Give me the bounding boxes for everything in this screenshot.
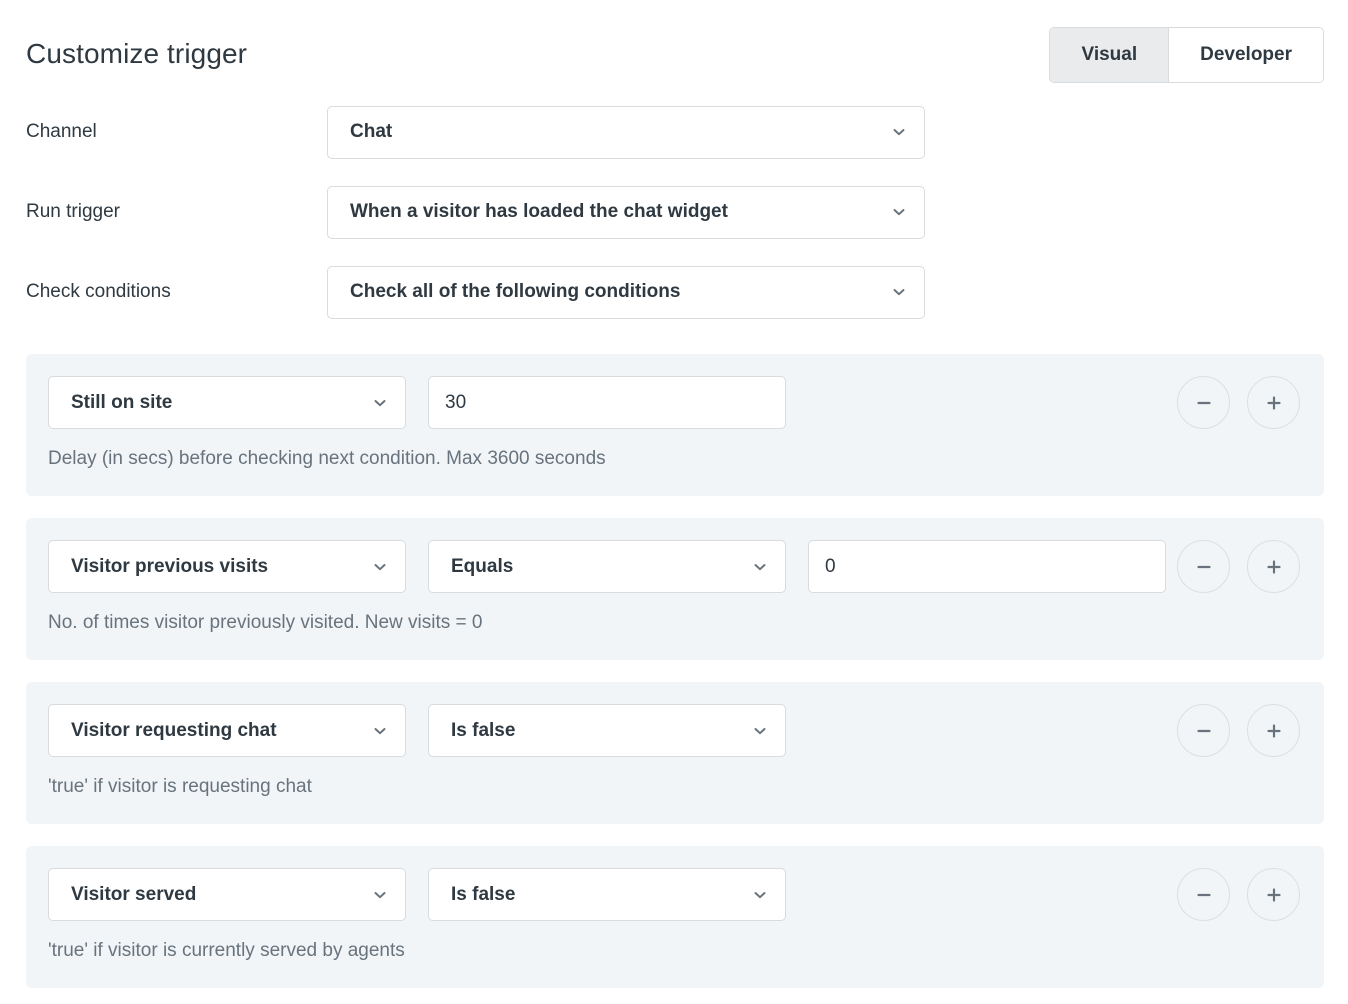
minus-icon bbox=[1193, 392, 1215, 414]
chevron-down-icon bbox=[891, 204, 907, 220]
condition-controls: Visitor previous visits Equals bbox=[48, 540, 1324, 593]
plus-icon bbox=[1263, 884, 1285, 906]
condition-helper-text: 'true' if visitor is requesting chat bbox=[48, 776, 312, 797]
chevron-down-icon bbox=[752, 559, 768, 575]
select-channel[interactable]: Chat bbox=[327, 105, 925, 159]
condition-controls: Visitor requesting chat Is false bbox=[48, 704, 1324, 757]
condition-row-buttons bbox=[1177, 540, 1300, 593]
conditions-list: Still on site Delay (in secs) before che… bbox=[0, 354, 1348, 988]
label-channel: Channel bbox=[26, 121, 97, 142]
condition-row-buttons bbox=[1177, 868, 1300, 921]
minus-icon bbox=[1193, 556, 1215, 578]
condition-value-input[interactable] bbox=[428, 376, 786, 429]
select-check-conditions[interactable]: Check all of the following conditions bbox=[327, 265, 925, 319]
condition-row-buttons bbox=[1177, 704, 1300, 757]
condition-controls: Visitor served Is false bbox=[48, 868, 1324, 921]
condition-value-input[interactable] bbox=[808, 540, 1166, 593]
select-condition-operator[interactable]: Is false bbox=[428, 868, 786, 921]
select-channel-value: Chat bbox=[350, 121, 393, 142]
form-row-check-conditions: Check conditions Check all of the follow… bbox=[26, 252, 1348, 332]
condition-helper-text: 'true' if visitor is currently served by… bbox=[48, 940, 405, 961]
plus-icon bbox=[1263, 720, 1285, 742]
chevron-down-icon bbox=[372, 395, 388, 411]
select-condition-attribute[interactable]: Still on site bbox=[48, 376, 406, 429]
select-condition-operator[interactable]: Is false bbox=[428, 704, 786, 757]
condition-row: Still on site Delay (in secs) before che… bbox=[26, 354, 1324, 496]
add-condition-button[interactable] bbox=[1247, 868, 1300, 921]
select-run-trigger-value: When a visitor has loaded the chat widge… bbox=[350, 201, 728, 222]
select-condition-attribute-value: Visitor requesting chat bbox=[71, 719, 277, 741]
select-run-trigger[interactable]: When a visitor has loaded the chat widge… bbox=[327, 185, 925, 239]
remove-condition-button[interactable] bbox=[1177, 540, 1230, 593]
form-row-channel: Channel Chat bbox=[26, 92, 1348, 172]
chevron-down-icon bbox=[372, 723, 388, 739]
label-run-trigger: Run trigger bbox=[26, 201, 120, 222]
tab-visual[interactable]: Visual bbox=[1050, 28, 1170, 82]
select-condition-operator-value: Is false bbox=[451, 883, 516, 905]
plus-icon bbox=[1263, 556, 1285, 578]
plus-icon bbox=[1263, 392, 1285, 414]
add-condition-button[interactable] bbox=[1247, 540, 1300, 593]
minus-icon bbox=[1193, 720, 1215, 742]
chevron-down-icon bbox=[891, 284, 907, 300]
select-condition-attribute-value: Visitor served bbox=[71, 883, 197, 905]
condition-controls: Still on site bbox=[48, 376, 1324, 429]
chevron-down-icon bbox=[891, 124, 907, 140]
remove-condition-button[interactable] bbox=[1177, 868, 1230, 921]
select-check-conditions-value: Check all of the following conditions bbox=[350, 281, 681, 302]
customize-trigger-page: Customize trigger Visual Developer Chann… bbox=[0, 0, 1348, 1004]
select-condition-operator-value: Equals bbox=[451, 555, 514, 577]
remove-condition-button[interactable] bbox=[1177, 704, 1230, 757]
add-condition-button[interactable] bbox=[1247, 704, 1300, 757]
page-header: Customize trigger Visual Developer bbox=[0, 0, 1348, 92]
condition-row-buttons bbox=[1177, 376, 1300, 429]
page-title: Customize trigger bbox=[26, 38, 248, 69]
trigger-settings-form: Channel Chat Run trigger When a visitor … bbox=[0, 92, 1348, 332]
chevron-down-icon bbox=[372, 559, 388, 575]
select-condition-operator-value: Is false bbox=[451, 719, 516, 741]
remove-condition-button[interactable] bbox=[1177, 376, 1230, 429]
condition-row: Visitor requesting chat Is false 'true' … bbox=[26, 682, 1324, 824]
form-row-run-trigger: Run trigger When a visitor has loaded th… bbox=[26, 172, 1348, 252]
chevron-down-icon bbox=[752, 887, 768, 903]
mode-toggle-group: Visual Developer bbox=[1049, 27, 1324, 83]
select-condition-attribute-value: Visitor previous visits bbox=[71, 555, 269, 577]
condition-helper-text: Delay (in secs) before checking next con… bbox=[48, 448, 606, 469]
select-condition-attribute[interactable]: Visitor served bbox=[48, 868, 406, 921]
chevron-down-icon bbox=[752, 723, 768, 739]
add-condition-button[interactable] bbox=[1247, 376, 1300, 429]
select-condition-operator[interactable]: Equals bbox=[428, 540, 786, 593]
chevron-down-icon bbox=[372, 887, 388, 903]
label-check-conditions: Check conditions bbox=[26, 281, 171, 302]
select-condition-attribute[interactable]: Visitor previous visits bbox=[48, 540, 406, 593]
select-condition-attribute-value: Still on site bbox=[71, 391, 173, 413]
condition-row: Visitor previous visits Equals No. of ti… bbox=[26, 518, 1324, 660]
condition-helper-text: No. of times visitor previously visited.… bbox=[48, 612, 483, 633]
tab-developer[interactable]: Developer bbox=[1169, 28, 1323, 82]
minus-icon bbox=[1193, 884, 1215, 906]
select-condition-attribute[interactable]: Visitor requesting chat bbox=[48, 704, 406, 757]
condition-row: Visitor served Is false 'true' if visito… bbox=[26, 846, 1324, 988]
